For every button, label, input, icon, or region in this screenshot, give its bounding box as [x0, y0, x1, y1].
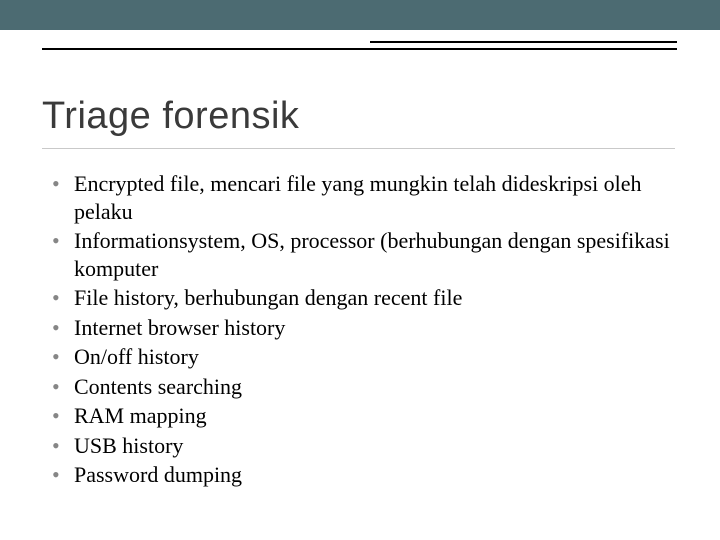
slide: Triage forensik Encrypted file, mencari … [0, 0, 720, 540]
list-item: Internet browser history [52, 314, 672, 342]
list-item: Encrypted file, mencari file yang mungki… [52, 170, 672, 225]
list-item: On/off history [52, 343, 672, 371]
list-item: RAM mapping [52, 402, 672, 430]
list-item: Informationsystem, OS, processor (berhub… [52, 227, 672, 282]
bullet-list: Encrypted file, mencari file yang mungki… [52, 170, 672, 489]
title-underline [42, 148, 675, 149]
slide-content: Encrypted file, mencari file yang mungki… [52, 170, 672, 491]
top-stripe [0, 0, 720, 30]
decorative-line-full [42, 48, 677, 50]
slide-title: Triage forensik [42, 95, 299, 138]
list-item: Password dumping [52, 461, 672, 489]
list-item: File history, berhubungan dengan recent … [52, 284, 672, 312]
list-item: USB history [52, 432, 672, 460]
list-item: Contents searching [52, 373, 672, 401]
decorative-line-short [370, 41, 677, 43]
